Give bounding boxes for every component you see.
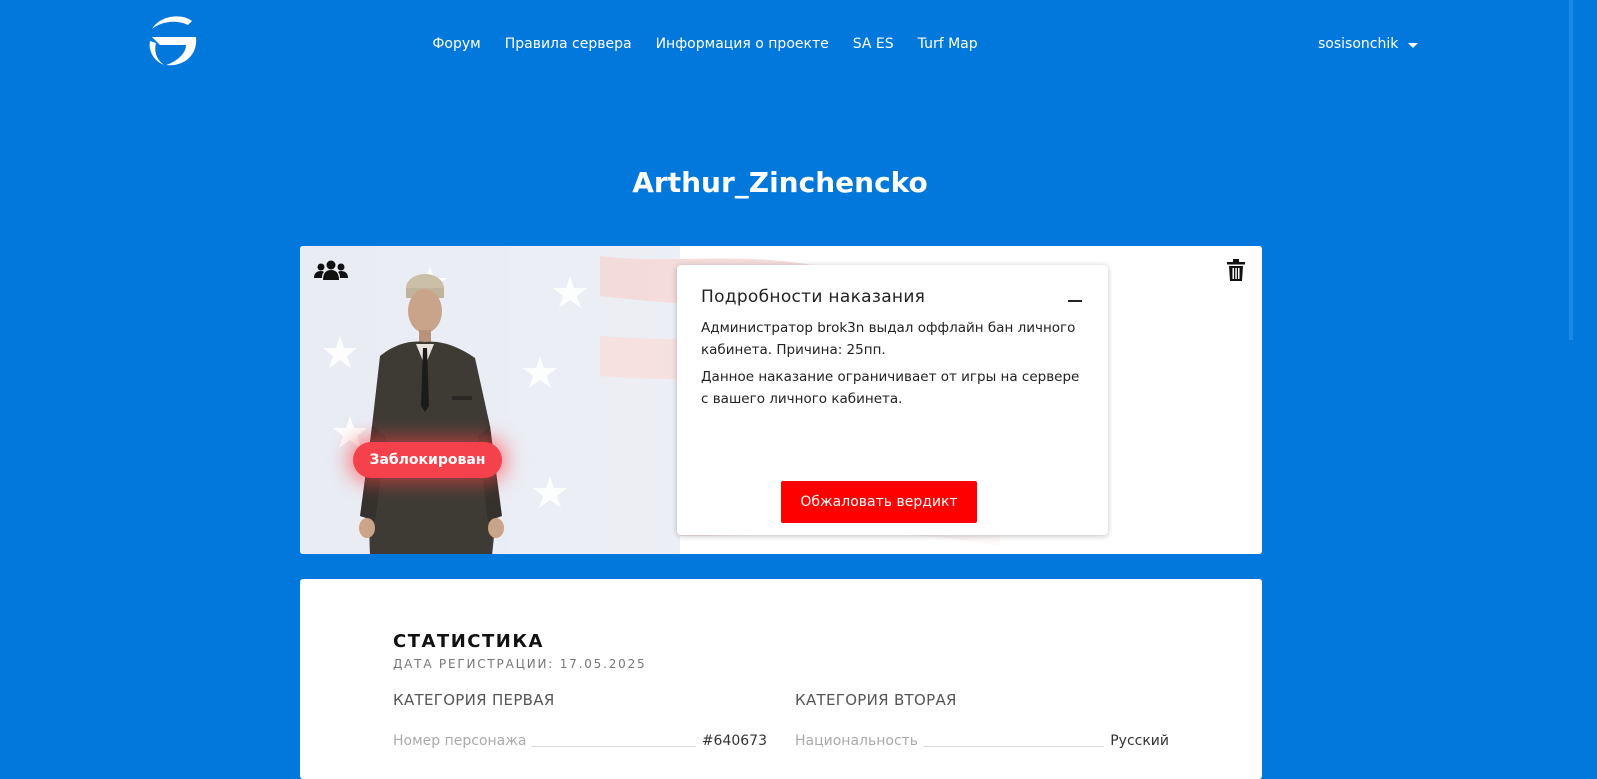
statistics-card: СТАТИСТИКА ДАТА РЕГИСТРАЦИИ: 17.05.2025 … — [300, 579, 1262, 779]
top-header: Форум Правила сервера Информация о проек… — [0, 0, 1568, 92]
stat-label: Номер персонажа — [393, 733, 527, 749]
character-avatar — [359, 274, 504, 554]
category-first-title: КАТЕГОРИЯ ПЕРВАЯ — [393, 691, 555, 709]
nav-forum[interactable]: Форум — [432, 36, 480, 52]
chevron-down-icon — [1408, 42, 1419, 48]
punishment-title: Подробности наказания — [701, 287, 926, 307]
stat-divider — [532, 746, 696, 747]
statistics-title: СТАТИСТИКА — [393, 631, 544, 652]
stat-divider — [924, 746, 1105, 747]
trash-icon[interactable] — [1227, 259, 1245, 281]
punishment-text-1: Администратор brok3n выдал оффлайн бан л… — [701, 320, 1076, 358]
page-title: Arthur_Zinchencko — [632, 166, 928, 199]
punishment-description: Администратор brok3n выдал оффлайн бан л… — [701, 317, 1091, 415]
user-menu[interactable]: sosisonchik — [1318, 36, 1419, 52]
stat-row-character-number: Номер персонажа #640673 — [393, 729, 767, 749]
category-second-title: КАТЕГОРИЯ ВТОРАЯ — [795, 691, 957, 709]
punishment-details-panel: Подробности наказания Администратор brok… — [677, 265, 1108, 535]
punishment-text-2: Данное наказание ограничивает от игры на… — [701, 369, 1080, 407]
scrollbar-thumb[interactable] — [1569, 0, 1573, 340]
stat-value: #640673 — [701, 733, 767, 749]
profile-card: Заблокирован Подробности наказания Админ… — [300, 246, 1262, 554]
main-nav: Форум Правила сервера Информация о проек… — [0, 36, 1400, 52]
registration-date: ДАТА РЕГИСТРАЦИИ: 17.05.2025 — [393, 657, 647, 671]
nav-turf-map[interactable]: Turf Map — [918, 36, 978, 52]
status-badge: Заблокирован — [353, 442, 502, 478]
stat-value: Русский — [1110, 733, 1169, 749]
stat-row-nationality: Национальность Русский — [795, 729, 1169, 749]
username: sosisonchik — [1318, 36, 1399, 52]
nav-project-info[interactable]: Информация о проекте — [656, 36, 829, 52]
nav-server-rules[interactable]: Правила сервера — [505, 36, 632, 52]
minus-icon[interactable] — [1068, 300, 1082, 302]
appeal-button[interactable]: Обжаловать вердикт — [781, 481, 977, 523]
nav-sa-es[interactable]: SA ES — [853, 36, 894, 52]
stat-label: Национальность — [795, 733, 919, 749]
